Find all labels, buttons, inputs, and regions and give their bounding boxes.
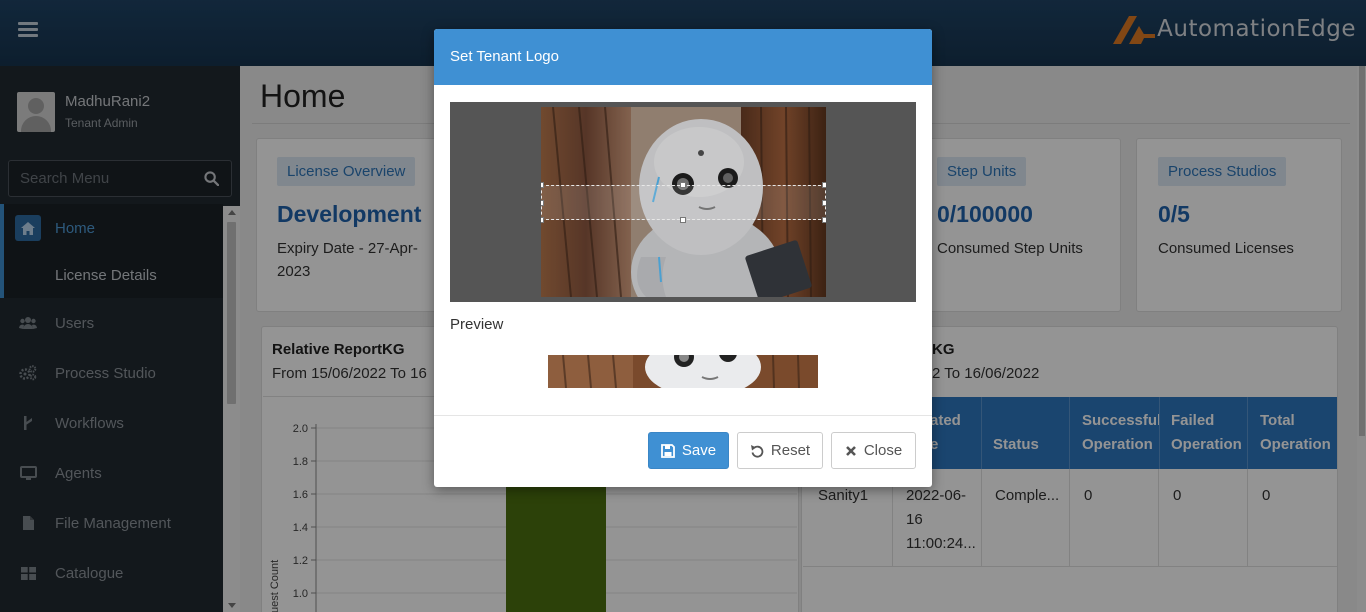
reset-label: Reset: [770, 442, 811, 459]
uploaded-logo-image: [541, 107, 826, 297]
crop-handle-right[interactable]: [822, 200, 826, 206]
crop-handle-top-right[interactable]: [822, 182, 826, 188]
preview-label: Preview: [450, 316, 504, 333]
close-icon: [845, 445, 857, 457]
crop-handle-bottom[interactable]: [680, 217, 686, 223]
preview-robot-strip: [548, 355, 818, 388]
modal-header: Set Tenant Logo: [434, 29, 932, 85]
undo-icon: [750, 444, 764, 458]
set-tenant-logo-modal: Set Tenant Logo Preview Save Reset Close: [434, 29, 932, 487]
crop-handle-top-left[interactable]: [541, 182, 544, 188]
save-label: Save: [681, 442, 717, 459]
modal-footer-divider: [434, 415, 932, 416]
crop-handle-bottom-right[interactable]: [822, 217, 826, 223]
save-button[interactable]: Save: [648, 432, 729, 469]
logo-preview-image: [548, 355, 818, 388]
crop-handle-left[interactable]: [541, 200, 544, 206]
close-button[interactable]: Close: [831, 432, 916, 469]
crop-handle-bottom-left[interactable]: [541, 217, 544, 223]
close-label: Close: [863, 442, 903, 459]
image-cropper[interactable]: [450, 102, 916, 302]
reset-button[interactable]: Reset: [737, 432, 823, 469]
save-icon: [660, 443, 675, 458]
modal-title: Set Tenant Logo: [450, 48, 559, 65]
crop-handle-top[interactable]: [680, 182, 686, 188]
crop-selection-box[interactable]: [541, 185, 826, 220]
